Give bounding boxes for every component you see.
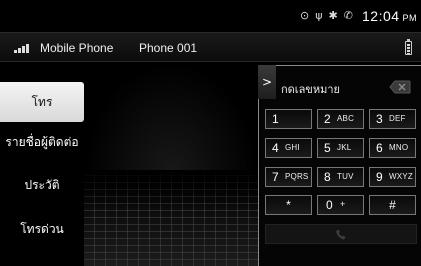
menu-item-speed-dial[interactable]: โทรด่วน	[0, 209, 84, 249]
key-number: 8	[324, 170, 331, 184]
call-button[interactable]	[265, 224, 417, 244]
head-unit-screen: ⊙ ψ ✱ ✆ 12:04 PM Mobile Phone Phone 001 โ…	[0, 0, 421, 266]
key-number: 6	[376, 141, 383, 155]
key-number: 5	[324, 141, 331, 155]
menu-item-label: โทร	[31, 94, 53, 109]
menu-item-label: รายชื่อผู้ติดต่อ	[5, 134, 79, 149]
backspace-icon[interactable]	[389, 80, 411, 94]
battery-icon	[405, 39, 412, 55]
key-number: 2	[324, 112, 331, 126]
key-letters: MNO	[389, 143, 409, 152]
location-target-icon: ⊙	[300, 9, 310, 22]
bluetooth-icon: ✱	[328, 9, 338, 22]
key-3[interactable]: 3 DEF	[369, 109, 416, 129]
signal-strength-icon	[14, 44, 30, 53]
background-haze	[84, 62, 258, 172]
key-number: 3	[376, 112, 383, 126]
key-number: *	[286, 198, 291, 212]
key-star[interactable]: *	[265, 195, 312, 215]
menu-item-label: ประวัติ	[24, 177, 60, 192]
key-letters: PQRS	[285, 172, 309, 181]
key-letters: JKL	[337, 143, 352, 152]
device-name: Phone 001	[139, 41, 198, 55]
key-2[interactable]: 2 ABC	[317, 109, 364, 129]
key-hash[interactable]: #	[369, 195, 416, 215]
key-number: #	[389, 198, 396, 212]
background-fade	[84, 170, 258, 210]
key-6[interactable]: 6 MNO	[369, 138, 416, 158]
clock: 12:04 PM	[362, 8, 417, 24]
key-number: 7	[272, 170, 279, 184]
phone-handset-icon	[336, 229, 346, 239]
status-bar: ⊙ ψ ✱ ✆ 12:04 PM	[0, 0, 421, 32]
key-letters: ABC	[337, 114, 355, 123]
key-letters: DEF	[389, 114, 406, 123]
collapse-panel-button[interactable]: >	[258, 65, 276, 99]
clock-ampm: PM	[402, 13, 418, 23]
phone-menu: โทร รายชื่อผู้ติดต่อ ประวัติ โทรด่วน	[0, 62, 84, 266]
key-number: 0	[326, 198, 333, 212]
key-1[interactable]: 1	[265, 109, 312, 129]
key-4[interactable]: 4 GHI	[265, 138, 312, 158]
key-number: 1	[272, 112, 279, 126]
key-letters: TUV	[337, 172, 354, 181]
clock-time: 12:04	[362, 8, 400, 24]
key-letters: GHI	[285, 143, 300, 152]
dial-number-display: กดเลขหมาย	[281, 83, 340, 96]
key-number: 9	[376, 170, 383, 184]
menu-item-history[interactable]: ประวัติ	[0, 165, 84, 205]
phone-header: Mobile Phone Phone 001	[0, 32, 421, 62]
menu-item-dial[interactable]: โทร	[0, 82, 84, 122]
key-9[interactable]: 9 WXYZ	[369, 167, 416, 187]
key-letters: WXYZ	[389, 172, 413, 181]
usb-icon: ψ	[315, 9, 323, 22]
key-5[interactable]: 5 JKL	[317, 138, 364, 158]
key-number: 4	[272, 141, 279, 155]
key-0[interactable]: 0 +	[317, 195, 364, 215]
status-icons: ⊙ ψ ✱ ✆	[300, 9, 353, 23]
key-letters: +	[340, 199, 346, 209]
key-7[interactable]: 7 PQRS	[265, 167, 312, 187]
phone-connected-icon: ✆	[343, 9, 353, 22]
menu-item-contacts[interactable]: รายชื่อผู้ติดต่อ	[0, 122, 84, 162]
source-label: Mobile Phone	[40, 41, 114, 55]
menu-item-label: โทรด่วน	[20, 221, 64, 236]
key-8[interactable]: 8 TUV	[317, 167, 364, 187]
